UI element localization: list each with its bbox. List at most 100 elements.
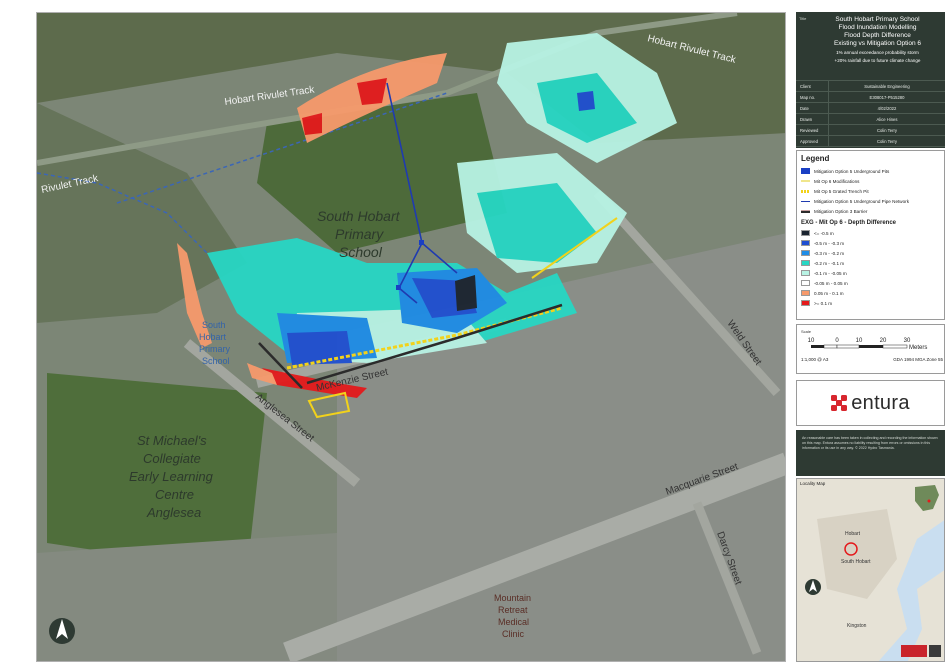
legend-label: Mitigation Option 5 Underground Pits: [814, 168, 890, 174]
project-name: South Hobart Primary School: [835, 16, 920, 23]
locality-title: Locality Map: [800, 481, 826, 486]
label-st-michaels-1: St Michael's: [137, 433, 207, 448]
legend-item-modifications: Mit Op 6 Modifications: [801, 176, 940, 186]
depth-swatch: [801, 260, 810, 266]
scale-tick-1: 10: [808, 338, 815, 344]
scale-label: Scale: [801, 329, 812, 334]
title-block: Title South Hobart Primary School Flood …: [796, 12, 945, 80]
depth-label: >= 0.1 m: [814, 300, 833, 306]
label-st-michaels-3: Early Learning: [129, 469, 214, 484]
label-medical-4: Clinic: [502, 629, 525, 639]
scale-bar: [811, 344, 908, 349]
inset-site-dot: [927, 499, 931, 503]
flood-zone-black: [455, 275, 477, 311]
north-arrow-icon: [49, 618, 75, 644]
info-value: Sustainable Engineering: [828, 81, 945, 91]
depth-label: <= -0.5 m: [814, 230, 834, 236]
info-row-date: Date 4/02/2022: [796, 103, 945, 114]
label-medical-2: Retreat: [498, 605, 528, 615]
entura-logo-icon: [831, 395, 848, 411]
legend-label: Mitigation Option 5 Underground Pipe Net…: [814, 198, 909, 204]
legend-label: Mit Op 5 Grated Trench Pit: [814, 188, 869, 194]
info-value: Colin Terry: [828, 125, 945, 135]
label-school-small-3: Primary: [199, 344, 230, 354]
scale-projection: GDA 1994 MGA Zone 55: [893, 357, 943, 362]
scale-tick-5: 30: [904, 338, 911, 344]
depth-label: -0.2 m - -0.1 m: [814, 260, 845, 266]
title-line-1: Flood Inundation Modelling: [838, 24, 917, 31]
depth-swatch: [801, 230, 810, 236]
label-medical-1: Mountain: [494, 593, 531, 603]
accreditation-badge: [929, 645, 941, 657]
depth-swatch: [801, 250, 810, 256]
info-row-reviewed: Reviewed Colin Terry: [796, 125, 945, 136]
depth-label: -0.3 m - -0.2 m: [814, 250, 845, 256]
flood-zone-blue-sw: [287, 331, 352, 365]
info-row-drawn: Drawn Alice Hines: [796, 114, 945, 125]
label-school-small-1: South: [202, 320, 226, 330]
map-frame[interactable]: Hobart Rivulet Track Hobart Rivulet Trac…: [36, 12, 786, 662]
info-key: Client: [800, 83, 811, 89]
label-st-michaels-4: Centre: [155, 487, 194, 502]
label-st-michaels-5: Anglesea: [146, 505, 201, 520]
info-row-client: Client Sustainable Engineering: [796, 81, 945, 92]
depth-class-3: -0.3 m - -0.2 m: [801, 248, 940, 258]
depth-swatch: [801, 300, 810, 306]
depth-swatch: [801, 280, 810, 286]
info-table: Client Sustainable Engineering Map no. E…: [796, 80, 945, 148]
scale-tick-4: 20: [880, 338, 887, 344]
depth-swatch: [801, 290, 810, 296]
info-value: 4/02/2022: [828, 103, 945, 113]
legend-title: Legend: [801, 154, 830, 163]
label-st-michaels-2: Collegiate: [143, 451, 201, 466]
scale-ratio: 1:1,000 @ A3: [801, 357, 829, 362]
pit-marker-2: [396, 285, 401, 290]
depth-legend-title: EXG - Mit Op 6 - Depth Difference: [801, 220, 897, 226]
depth-class-6: -0.05 m - 0.05 m: [801, 278, 940, 288]
depth-label: 0.05 m - 0.1 m: [814, 290, 844, 296]
depth-swatch: [801, 240, 810, 246]
info-key: Date: [800, 105, 809, 111]
legend-swatch: [801, 180, 810, 182]
legend-item-barrier: Mitigation Option 3 Barrier: [801, 206, 940, 216]
subtitle-line-1: 1% annual exceedance probability storm: [836, 50, 919, 55]
info-row-map-no: Map no. E308017-P515280: [796, 92, 945, 103]
depth-class-1: <= -0.5 m: [801, 228, 940, 238]
pit-marker-1: [419, 240, 424, 245]
logo-block: entura: [796, 380, 945, 426]
disclaimer: An reasonable care has been taken in col…: [796, 430, 945, 476]
label-school-big-3: School: [339, 244, 383, 260]
scale-unit: Meters: [909, 345, 927, 351]
info-key: Map no.: [800, 94, 816, 100]
hydro-tas-badge: [901, 645, 927, 657]
depth-class-4: -0.2 m - -0.1 m: [801, 258, 940, 268]
locality-place-1: Hobart: [845, 531, 861, 537]
info-value: Alice Hines: [828, 114, 945, 124]
legend-swatch: [801, 168, 810, 174]
scale-tick-3: 10: [856, 338, 863, 344]
depth-swatch: [801, 270, 810, 276]
info-key: Drawn: [800, 116, 813, 122]
info-key: Approved: [800, 138, 818, 144]
depth-class-7: 0.05 m - 0.1 m: [801, 288, 940, 298]
info-key: Reviewed: [800, 127, 819, 133]
depth-label: -0.05 m - 0.05 m: [814, 280, 848, 286]
label-medical-3: Medical: [498, 617, 529, 627]
info-value: E308017-P515280: [828, 92, 945, 102]
flood-zone-blue-nepit: [577, 91, 595, 111]
scale-tick-2: 0: [835, 338, 839, 344]
side-credits: [5, 40, 31, 660]
legend-item-pits: Mitigation Option 5 Underground Pits: [801, 166, 940, 176]
title-line-3: Existing vs Mitigation Option 6: [833, 40, 922, 47]
locality-north-arrow-icon: [805, 579, 821, 595]
depth-class-5: -0.1 m - -0.05 m: [801, 268, 940, 278]
logo-text: entura: [851, 391, 910, 414]
depth-label: -0.1 m - -0.05 m: [814, 270, 847, 276]
label-school-small-4: School: [202, 356, 230, 366]
info-row-approved: Approved Colin Terry: [796, 136, 945, 147]
depth-class-2: -0.5 m - -0.3 m: [801, 238, 940, 248]
legend-label: Mit Op 6 Modifications: [814, 178, 860, 184]
depth-label: -0.5 m - -0.3 m: [814, 240, 845, 246]
legend-item-trench: Mit Op 5 Grated Trench Pit: [801, 186, 940, 196]
label-school-big-1: South Hobart: [317, 208, 401, 224]
